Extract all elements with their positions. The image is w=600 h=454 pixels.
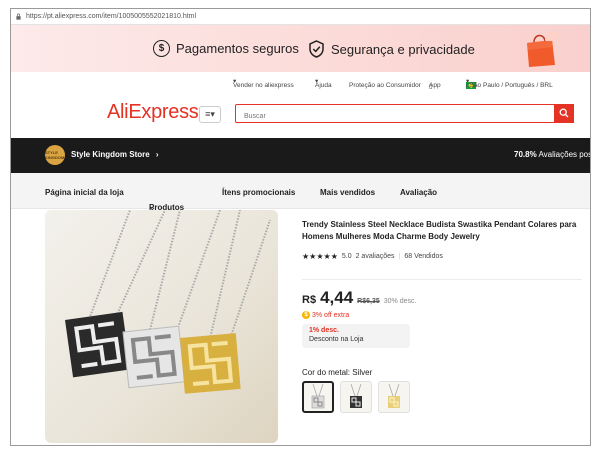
store-nav-bestsellers[interactable]: Mais vendidos: [320, 188, 375, 197]
promo-security-privacy: Segurança e privacidade: [308, 40, 475, 58]
site-header: AliExpress ≡▾: [11, 90, 590, 138]
check-shield-icon: [309, 40, 324, 58]
product-image[interactable]: [45, 210, 278, 443]
product-info: Trendy Stainless Steel Necklace Budista …: [302, 219, 590, 413]
search-input[interactable]: [236, 108, 536, 125]
extra-discount: $ 3% off extra: [302, 311, 349, 319]
variant-swatch-silver[interactable]: [302, 381, 334, 413]
variant-label: Cor do metal: Silver: [302, 368, 373, 377]
variant-swatch-black[interactable]: [340, 381, 372, 413]
search-button[interactable]: [554, 103, 574, 123]
variant-swatch-gold[interactable]: [378, 381, 410, 413]
store-nav-promotions[interactable]: Ítens promocionais: [222, 188, 295, 197]
top-utility-nav: Vender no aliexpress ▾ Ajuda ▾ Proteção …: [233, 77, 553, 90]
reviews-link[interactable]: 2 avaliações: [356, 253, 395, 260]
locale-selector[interactable]: / São Paulo / Português / BRL ▾: [466, 77, 553, 89]
store-rating: 70.8% Avaliações pos: [514, 150, 591, 159]
silver-pendant-icon: [311, 384, 325, 409]
store-bar: STYLE KINGDOM Style Kingdom Store › 70.8…: [11, 138, 590, 173]
address-bar[interactable]: https://pt.aliexpress.com/item/100500555…: [11, 9, 590, 25]
promo-secure-payments: $ Pagamentos seguros: [153, 40, 299, 57]
rating-value: 5.0: [341, 253, 352, 260]
sell-link[interactable]: Vender no aliexpress ▾: [233, 77, 294, 89]
original-price: R$6,35: [357, 298, 380, 305]
browser-window: https://pt.aliexpress.com/item/100500555…: [10, 8, 591, 446]
chevron-right-icon: ›: [155, 150, 159, 159]
star-rating-icon: ★★★★★: [302, 252, 338, 261]
dollar-shield-icon: $: [153, 40, 170, 57]
help-link[interactable]: Ajuda ▾: [315, 77, 332, 89]
gold-pendant-icon: [388, 384, 400, 408]
current-price: 4,44: [320, 288, 354, 307]
product-title: Trendy Stainless Steel Necklace Budista …: [302, 220, 577, 241]
divider: [302, 279, 582, 280]
category-menu-button[interactable]: ≡▾: [199, 106, 221, 123]
coupon-text: Desconto na Loja: [309, 336, 364, 343]
aliexpress-logo[interactable]: AliExpress: [107, 101, 199, 124]
promo-security-privacy-label: Segurança e privacidade: [331, 41, 475, 57]
lock-icon: [16, 13, 21, 20]
store-nav-home[interactable]: Página inicial da loja: [45, 188, 124, 197]
store-coupon[interactable]: 1% desc. Desconto na Loja: [302, 324, 410, 348]
store-logo[interactable]: STYLE KINGDOM: [45, 145, 65, 165]
discount-badge: 30% desc.: [383, 298, 417, 305]
sold-count: 68 Vendidos: [404, 253, 443, 260]
coupon-percent: 1% desc.: [309, 327, 339, 334]
store-nav-reviews[interactable]: Avaliação: [400, 188, 437, 197]
black-pendant-icon: [350, 384, 362, 408]
promo-banner: $ Pagamentos seguros Segurança e privaci…: [11, 25, 590, 72]
currency-symbol: R$: [302, 294, 317, 306]
store-nav: Página inicial da loja Produtos ⌄ Ítens …: [11, 173, 590, 212]
search-bar: [235, 103, 574, 125]
shopping-bag-icon: [527, 32, 557, 67]
search-icon: [559, 108, 569, 118]
product-photo: [65, 210, 271, 394]
promo-secure-payments-label: Pagamentos seguros: [176, 41, 299, 56]
rating-row: ★★★★★ 5.0 2 avaliações | 68 Vendidos: [302, 252, 443, 261]
url-text: https://pt.aliexpress.com/item/100500555…: [26, 13, 197, 20]
coin-icon: $: [302, 311, 310, 319]
store-name-link[interactable]: Style Kingdom Store ›: [71, 150, 159, 159]
price-row: R$ 4,44 R$6,35 30% desc.: [302, 288, 416, 308]
variant-swatches: [302, 381, 410, 413]
